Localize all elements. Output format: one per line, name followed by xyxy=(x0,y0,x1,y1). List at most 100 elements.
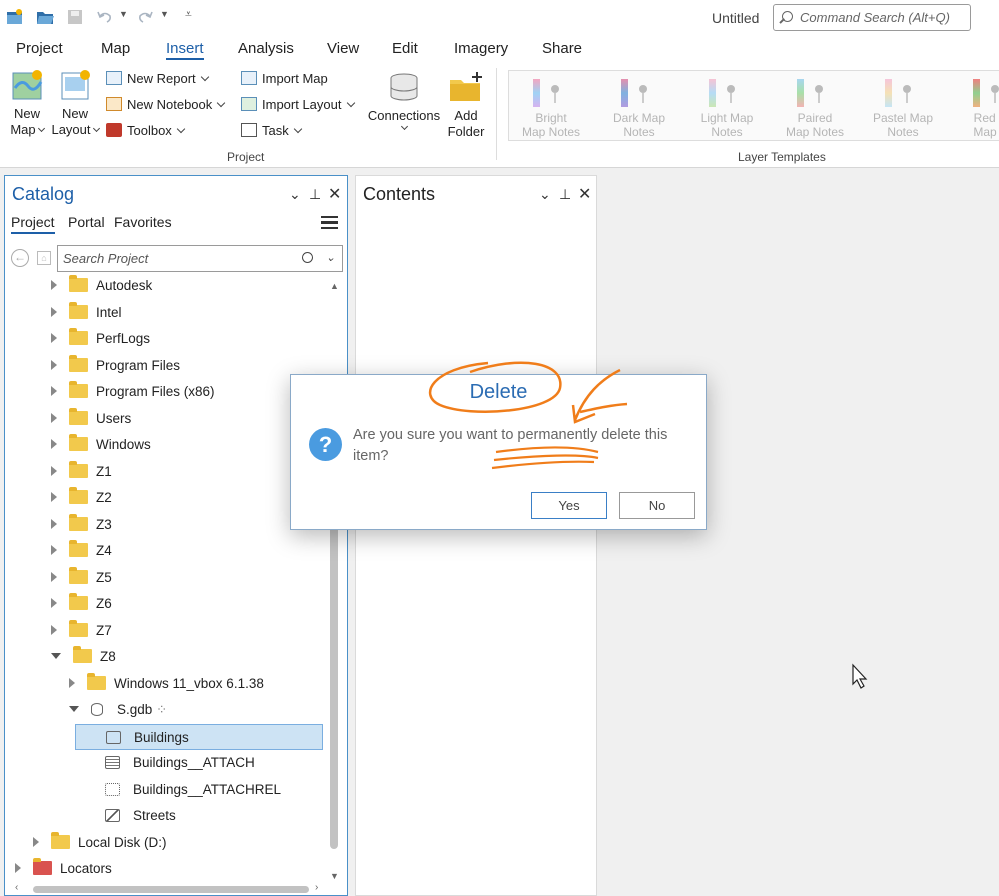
tree-item[interactable]: Streets xyxy=(87,803,176,829)
tree-item[interactable]: Buildings__ATTACHREL xyxy=(87,777,281,803)
tab-imagery[interactable]: Imagery xyxy=(454,40,508,57)
tree-item[interactable]: Windows 11_vbox 6.1.38 xyxy=(69,671,264,697)
menu-icon[interactable] xyxy=(321,216,338,229)
toolbox-button[interactable]: Toolbox xyxy=(106,123,186,138)
search-options-chevron-icon[interactable]: ⌄ xyxy=(326,246,335,271)
open-project-icon[interactable] xyxy=(36,9,54,25)
search-icon[interactable] xyxy=(302,252,313,263)
horizontal-scrollbar[interactable]: ‹ › xyxy=(13,882,323,895)
tree-item[interactable]: Z8 xyxy=(51,644,116,670)
layer-template-item[interactable]: Paired Map Notes xyxy=(773,77,857,139)
tree-item[interactable]: Program Files xyxy=(51,353,180,379)
new-project-icon[interactable] xyxy=(6,9,24,25)
scroll-up-icon[interactable]: ▲ xyxy=(330,281,339,291)
scroll-left-icon[interactable]: ‹ xyxy=(15,882,18,893)
tree-item[interactable]: Z4 xyxy=(51,538,112,564)
connections-button[interactable]: Connections xyxy=(366,72,442,132)
scroll-right-icon[interactable]: › xyxy=(315,882,318,893)
pin-icon[interactable]: ⊥ xyxy=(309,186,321,203)
expand-arrow-icon[interactable] xyxy=(51,598,57,608)
home-icon[interactable]: ⌂ xyxy=(37,251,51,265)
scrollbar-thumb-horizontal[interactable] xyxy=(33,886,309,893)
tab-share[interactable]: Share xyxy=(542,40,582,57)
subtab-favorites[interactable]: Favorites xyxy=(114,214,172,230)
catalog-search-input[interactable]: Search Project ⌄ xyxy=(57,245,343,272)
import-map-button[interactable]: Import Map xyxy=(241,71,328,86)
import-layout-button[interactable]: Import Layout xyxy=(241,97,355,112)
no-button[interactable]: No xyxy=(619,492,695,519)
tree-item[interactable]: Intel xyxy=(51,300,122,326)
expand-arrow-icon[interactable] xyxy=(51,359,57,370)
tree-item[interactable]: Z1 xyxy=(51,459,112,485)
close-icon[interactable]: ✕ xyxy=(578,184,591,204)
new-map-button[interactable]: New Map xyxy=(6,68,48,138)
layer-template-item[interactable]: Bright Map Notes xyxy=(509,77,593,139)
layer-template-item[interactable]: Red GMap N xyxy=(949,77,999,139)
expand-arrow-icon[interactable] xyxy=(51,518,57,529)
new-report-button[interactable]: New Report xyxy=(106,71,209,86)
expand-arrow-icon[interactable] xyxy=(51,306,57,317)
tree-item[interactable]: Z5 xyxy=(51,565,112,591)
expand-arrow-icon[interactable] xyxy=(51,280,57,290)
collapse-arrow-icon[interactable] xyxy=(69,706,79,712)
tree-item[interactable]: Buildings__ATTACH xyxy=(87,750,255,776)
subtab-portal[interactable]: Portal xyxy=(68,214,105,230)
undo-dropdown-icon[interactable]: ▼ xyxy=(119,9,128,19)
new-notebook-button[interactable]: New Notebook xyxy=(106,97,226,112)
tree-item[interactable]: Local Disk (D:) xyxy=(33,830,167,856)
customize-toolbar-icon[interactable]: ⩡ xyxy=(185,7,192,22)
layer-template-item[interactable]: Light Map Notes xyxy=(685,77,769,139)
add-folder-button[interactable]: Add Folder xyxy=(444,70,488,140)
new-layout-button[interactable]: New Layout xyxy=(50,68,100,138)
expand-arrow-icon[interactable] xyxy=(69,677,75,688)
vertical-scrollbar[interactable]: ▲ ▼ xyxy=(327,279,341,884)
expand-arrow-icon[interactable] xyxy=(15,863,21,873)
layer-template-item[interactable]: Dark Map Notes xyxy=(597,77,681,139)
expand-arrow-icon[interactable] xyxy=(51,465,57,476)
subtab-project[interactable]: Project xyxy=(11,214,55,234)
layer-template-item[interactable]: Pastel Map Notes xyxy=(861,77,945,139)
close-icon[interactable]: ✕ xyxy=(328,184,341,204)
tab-insert[interactable]: Insert xyxy=(166,40,204,60)
tree-item[interactable]: Z6 xyxy=(51,591,112,617)
expand-arrow-icon[interactable] xyxy=(51,571,57,582)
tab-edit[interactable]: Edit xyxy=(392,40,418,57)
tree-item[interactable]: PerfLogs xyxy=(51,326,150,352)
collapse-arrow-icon[interactable] xyxy=(51,653,61,659)
scrollbar-thumb[interactable] xyxy=(330,479,338,849)
undo-icon[interactable] xyxy=(96,9,114,25)
yes-button[interactable]: Yes xyxy=(531,492,607,519)
redo-icon[interactable] xyxy=(136,9,154,25)
tree-item[interactable]: Z3 xyxy=(51,512,112,538)
save-icon[interactable] xyxy=(66,9,84,25)
expand-arrow-icon[interactable] xyxy=(51,386,57,396)
tree-item[interactable]: Locators xyxy=(15,856,112,882)
tree-item[interactable]: Buildings xyxy=(75,723,323,750)
command-search-input[interactable]: Command Search (Alt+Q) xyxy=(773,4,971,31)
expand-arrow-icon[interactable] xyxy=(51,545,57,555)
tree-item[interactable]: Z7 xyxy=(51,618,112,644)
redo-dropdown-icon[interactable]: ▼ xyxy=(160,9,169,19)
tree-item[interactable]: Users xyxy=(51,406,131,432)
pin-icon[interactable]: ⊥ xyxy=(559,186,571,203)
expand-arrow-icon[interactable] xyxy=(51,624,57,635)
chevron-down-icon[interactable]: ⌄ xyxy=(539,186,551,203)
expand-arrow-icon[interactable] xyxy=(51,333,57,343)
tab-project[interactable]: Project xyxy=(16,40,63,57)
tree-item[interactable]: Autodesk xyxy=(51,273,152,299)
tree-item[interactable]: S.gdb ⁘ xyxy=(69,697,167,723)
expand-arrow-icon[interactable] xyxy=(51,412,57,423)
task-button[interactable]: Task xyxy=(241,123,302,138)
expand-arrow-icon[interactable] xyxy=(33,836,39,847)
back-arrow-icon[interactable]: ← xyxy=(11,249,29,267)
chevron-down-icon[interactable]: ⌄ xyxy=(289,186,301,203)
tree-item[interactable]: Program Files (x86) xyxy=(51,379,215,405)
tab-view[interactable]: View xyxy=(327,40,359,57)
scroll-down-icon[interactable]: ▼ xyxy=(330,871,339,881)
tab-map[interactable]: Map xyxy=(101,40,130,57)
tab-analysis[interactable]: Analysis xyxy=(238,40,294,57)
tree-item[interactable]: Z2 xyxy=(51,485,112,511)
tree-item[interactable]: Windows xyxy=(51,432,151,458)
expand-arrow-icon[interactable] xyxy=(51,439,57,449)
expand-arrow-icon[interactable] xyxy=(51,492,57,502)
